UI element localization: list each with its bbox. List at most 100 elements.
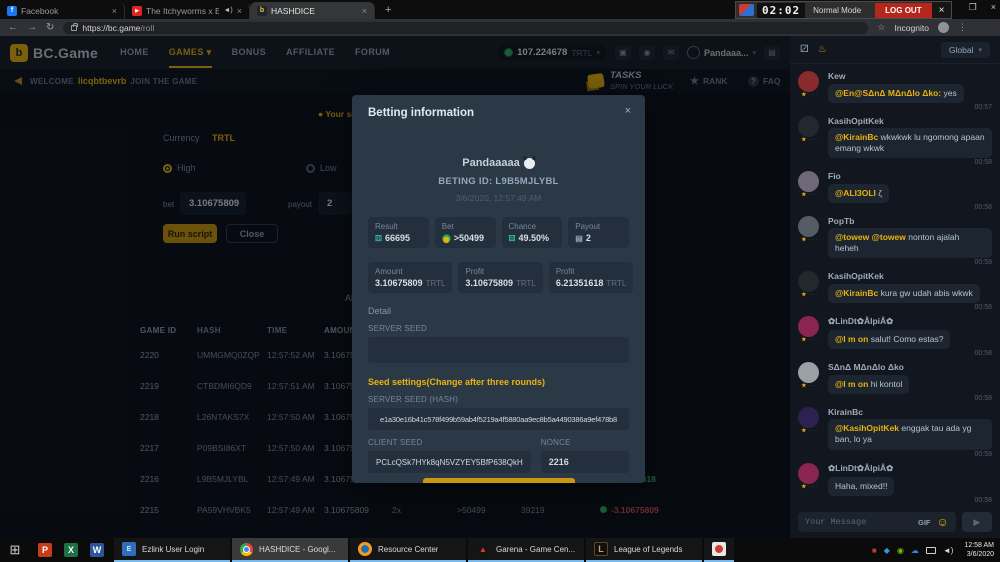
incognito-avatar[interactable] [938, 22, 949, 33]
back-button[interactable]: ← [8, 22, 18, 33]
mention[interactable]: @towew @towew [835, 232, 908, 242]
tab-facebook[interactable]: f Facebook × [0, 2, 125, 19]
stat-number: 2 [586, 233, 591, 243]
tab-close-icon[interactable]: × [362, 6, 367, 16]
chat-username[interactable]: ✿LinDt✿ÂlpiÂ✿ [828, 316, 992, 327]
tab-audio-icon[interactable]: ◄) [223, 7, 232, 14]
avatar[interactable] [798, 71, 819, 92]
tab-close-icon[interactable]: × [237, 6, 242, 16]
network-icon[interactable] [926, 547, 936, 554]
chat-sidebar: ⚂ ♨ Global ▾ ★···· Kew @En@SΔnΔ MΔnΔlo Δko… [790, 36, 1000, 538]
taskbar-window-league[interactable]: LLeague of Legends [586, 538, 702, 562]
mention[interactable]: @En@SΔnΔ MΔnΔlo Δko: [835, 88, 944, 98]
avatar[interactable] [798, 216, 819, 237]
chat-bubble: Haha, mixed!! [828, 477, 894, 496]
tab-title: HASHDICE [271, 6, 358, 16]
mention[interactable]: @KasihOpitKek [835, 423, 901, 433]
change-seed-button[interactable] [423, 478, 575, 483]
avatar[interactable] [798, 271, 819, 292]
browser-menu-icon[interactable]: ⋮ [958, 22, 967, 33]
address-bar[interactable]: https://bc.game/roll [63, 22, 868, 34]
taskbar-window-misc[interactable] [704, 538, 734, 562]
chat-username[interactable]: Fio [828, 171, 992, 181]
chat-message: ★····Fio@ALI3OLI ζ00:58 [798, 171, 992, 211]
forward-button[interactable]: → [27, 22, 37, 33]
client-seed-input[interactable]: PCLcQSk7HYk8qN5VZYEY5BfP638QkH [368, 451, 531, 473]
excel-icon[interactable]: X [64, 543, 78, 557]
bet-id: BETING ID: L9B5MJLYBL [368, 176, 629, 187]
mention[interactable]: @I m on [835, 379, 871, 389]
taskbar-window-garena[interactable]: ▲Garena - Game Cen... [468, 538, 584, 562]
chat-message-body: Kew@En@SΔnΔ MΔnΔlo Δko: yes00:57 [828, 71, 992, 111]
url-text: https://bc.game/roll [82, 23, 154, 33]
mention[interactable]: @I m on [835, 334, 871, 344]
mention[interactable]: @KirainBc [835, 132, 881, 142]
bet-user-name[interactable]: Pandaaaaa [462, 157, 534, 169]
timer-close-icon[interactable]: × [932, 2, 952, 18]
seed-settings-heading: Seed settings(Change after three rounds) [368, 377, 629, 387]
avatar[interactable] [798, 116, 819, 137]
avatar[interactable] [798, 316, 819, 337]
onedrive-icon[interactable]: ☁ [911, 546, 919, 555]
chat-message-list[interactable]: ★····Kew@En@SΔnΔ MΔnΔlo Δko: yes00:57★··… [790, 64, 1000, 506]
user-level: ★···· [798, 237, 822, 243]
taskbar-clock[interactable]: 12:58 AM 3/6/2020 [960, 541, 994, 559]
reload-button[interactable]: ↻ [46, 22, 54, 33]
mention[interactable]: @KirainBc [835, 288, 881, 298]
server-seed-input[interactable] [368, 337, 629, 363]
nonce-input[interactable]: 2216 [541, 451, 629, 473]
volume-icon[interactable]: ◄) [943, 546, 954, 555]
bcgame-favicon: b [257, 6, 267, 16]
start-button[interactable]: ⊞ [0, 538, 30, 562]
chat-username[interactable]: ✿LinDt✿ÂlpiÂ✿ [828, 463, 992, 474]
taskbar-window-label: HASHDICE - Googl... [259, 545, 335, 554]
chat-message-body: ✿LinDt✿ÂlpiÂ✿@I m on salut! Como estas?0… [828, 316, 992, 357]
dice-icon[interactable]: ⚂ [800, 44, 809, 55]
nvidia-icon[interactable]: ◉ [897, 546, 904, 555]
bet-date: 3/6/2020, 12:57:49 AM [368, 193, 629, 203]
bookmark-star-icon[interactable]: ☆ [877, 22, 885, 33]
gif-button[interactable]: GIF [918, 518, 931, 527]
chat-username[interactable]: Kew [828, 71, 992, 81]
amount-card-amount: Amount3.10675809TRTL [368, 262, 452, 293]
avatar[interactable] [798, 362, 819, 383]
chat-region-selector[interactable]: Global ▾ [941, 42, 990, 58]
avatar[interactable] [798, 463, 819, 484]
tab-youtube[interactable]: ▶ The Itchyworms x Ely Buend... ◄) × [125, 2, 250, 19]
restore-window-button[interactable]: ❐ [969, 2, 977, 13]
amount-number: 3.10675809 [375, 278, 423, 288]
chat-username[interactable]: SΔnΔ MΔnΔlo Δko [828, 362, 992, 372]
taskbar-window-hashdice[interactable]: HASHDICE - Googl... [232, 538, 348, 562]
clock-date: 3/6/2020 [964, 550, 994, 559]
avatar[interactable] [798, 171, 819, 192]
chat-username[interactable]: KasihOpitKek [828, 116, 992, 126]
tab-close-icon[interactable]: × [112, 6, 117, 16]
taskbar-window-resource[interactable]: Resource Center [350, 538, 466, 562]
league-icon: L [594, 542, 608, 556]
user-level: ★···· [798, 428, 822, 434]
chat-bubble: @ALI3OLI ζ [828, 184, 889, 203]
tray-app-icon[interactable]: ◆ [884, 546, 890, 555]
chat-username[interactable]: PopTb [828, 216, 992, 226]
tray-app-icon[interactable]: ■ [872, 546, 877, 555]
chat-username[interactable]: KirainBc [828, 407, 992, 417]
emoji-icon[interactable]: ☺ [937, 516, 949, 528]
server-seed-hash-input[interactable]: e1a30e16b41c578f499b59ab4f5219a4f5880aa9… [368, 408, 629, 430]
coin-icon: ◉ [442, 234, 451, 243]
avatar[interactable] [798, 407, 819, 428]
word-icon[interactable]: W [90, 543, 104, 557]
chat-username[interactable]: KasihOpitKek [828, 271, 992, 281]
tab-hashdice[interactable]: b HASHDICE × [250, 2, 375, 19]
powerpoint-icon[interactable]: P [38, 543, 52, 557]
modal-close-icon[interactable]: × [625, 105, 631, 117]
send-message-button[interactable]: ▶ [962, 512, 992, 532]
chat-message-input[interactable] [805, 517, 912, 527]
taskbar-window-ezlink[interactable]: EEzlink User Login [114, 538, 230, 562]
taskbar-window-label: Resource Center [378, 545, 438, 554]
new-tab-button[interactable]: + [385, 4, 391, 16]
logout-button[interactable]: LOG OUT [875, 3, 931, 18]
mention[interactable]: @ALI3OLI [835, 188, 878, 198]
close-window-button[interactable]: × [991, 2, 996, 13]
drumstick-icon[interactable]: ♨ [818, 44, 827, 55]
bet-user-block: Pandaaaaa BETING ID: L9B5MJLYBL 3/6/2020… [368, 153, 629, 203]
